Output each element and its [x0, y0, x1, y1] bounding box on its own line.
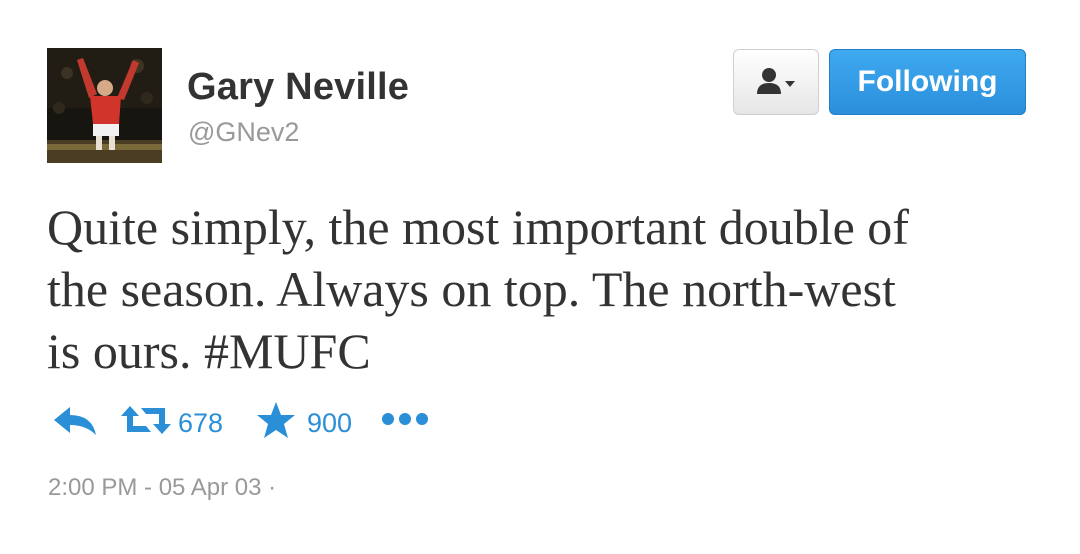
- avatar-photo: [47, 48, 162, 163]
- display-name[interactable]: Gary Neville: [187, 66, 409, 109]
- favorite-count[interactable]: 900: [307, 408, 352, 439]
- more-icon[interactable]: [381, 410, 429, 428]
- tweet-card: Gary Neville @GNev2 Following Quite simp…: [0, 0, 1080, 554]
- avatar[interactable]: [47, 48, 162, 163]
- retweet-count[interactable]: 678: [178, 408, 223, 439]
- tweet-text-line: the season. Always on top. The north-wes…: [47, 261, 896, 317]
- retweet-icon[interactable]: [121, 402, 171, 438]
- user-icon: [757, 68, 795, 94]
- user-actions-dropdown[interactable]: [733, 49, 819, 115]
- caret-down-icon: [785, 81, 795, 87]
- user-handle[interactable]: @GNev2: [188, 117, 299, 148]
- tweet-timestamp[interactable]: 2:00 PM - 05 Apr 03 ·: [48, 474, 276, 502]
- tweet-text: Quite simply, the most important double …: [47, 196, 1047, 382]
- tweet-text-line: Quite simply, the most important double …: [47, 199, 909, 255]
- tweet-text-line: is ours. #MUFC: [47, 323, 371, 379]
- following-button[interactable]: Following: [829, 49, 1026, 115]
- star-icon[interactable]: [256, 401, 296, 439]
- reply-icon[interactable]: [52, 404, 98, 438]
